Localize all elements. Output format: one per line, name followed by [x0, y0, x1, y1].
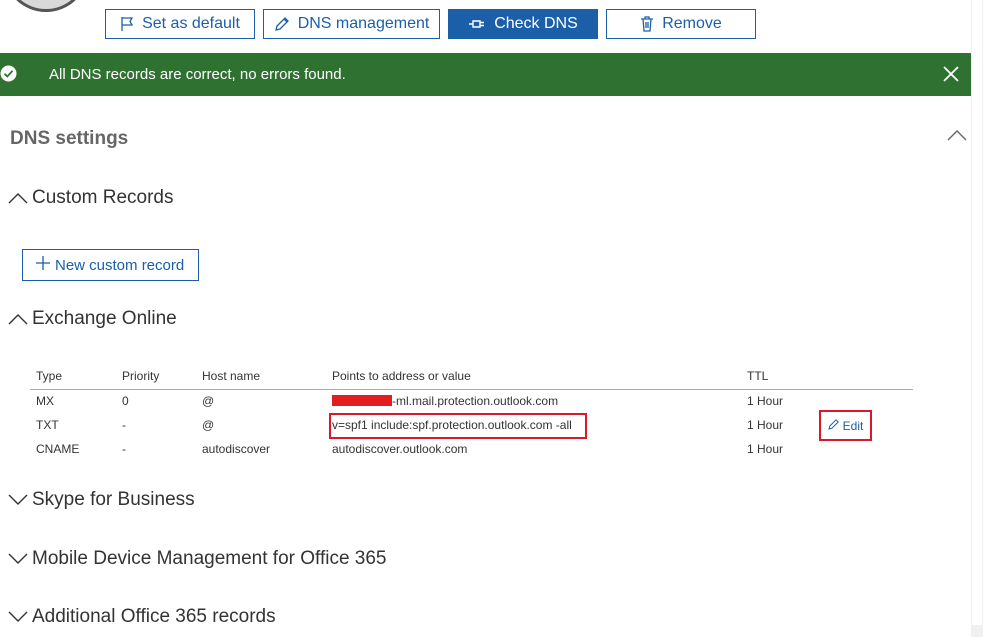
chevron-down-icon [8, 552, 28, 566]
redaction-block [332, 395, 392, 406]
dns-settings-title: DNS settings [10, 128, 129, 149]
set-as-default-button[interactable]: Set as default [105, 9, 255, 39]
group-exchange-online[interactable]: Exchange Online [8, 308, 177, 330]
pencil-icon [827, 418, 840, 433]
cell-host: autodiscover [202, 442, 271, 456]
group-mdm-label: Mobile Device Management for Office 365 [32, 548, 387, 569]
table-row: MX 0 @ -ml.mail.protection.outlook.com 1… [30, 390, 913, 414]
group-custom-records[interactable]: Custom Records [8, 187, 174, 209]
cell-value-text: -ml.mail.protection.outlook.com [392, 394, 559, 408]
cell-priority: - [122, 418, 126, 432]
remove-label: Remove [662, 15, 722, 32]
cell-ttl: 1 Hour [747, 394, 784, 408]
group-skype-for-business[interactable]: Skype for Business [8, 489, 195, 511]
dns-management-button[interactable]: DNS management [263, 9, 440, 39]
banner-message: All DNS records are correct, no errors f… [49, 66, 346, 83]
cell-type: CNAME [36, 442, 80, 456]
chevron-down-icon [8, 610, 28, 624]
cell-type: MX [36, 394, 54, 408]
group-additional-label: Additional Office 365 records [32, 606, 276, 627]
table-row: CNAME - autodiscover autodiscover.outloo… [30, 438, 913, 462]
cell-value: -ml.mail.protection.outlook.com [332, 394, 558, 408]
cell-priority: 0 [122, 394, 129, 408]
close-icon[interactable] [941, 64, 961, 84]
cell-value: autodiscover.outlook.com [332, 442, 468, 456]
connector-icon [468, 18, 486, 30]
check-dns-label: Check DNS [494, 15, 578, 32]
new-custom-record-button[interactable]: New custom record [22, 249, 199, 281]
column-header-priority: Priority [122, 369, 160, 383]
trash-icon [640, 16, 654, 32]
check-dns-button[interactable]: Check DNS [448, 9, 598, 39]
chevron-up-icon[interactable] [947, 128, 967, 142]
set-as-default-label: Set as default [142, 15, 240, 32]
column-header-ttl: TTL [747, 369, 769, 383]
dns-management-label: DNS management [297, 15, 430, 32]
check-circle-icon [0, 65, 17, 82]
cell-host: @ [202, 418, 215, 432]
group-mobile-device-management[interactable]: Mobile Device Management for Office 365 [8, 548, 387, 570]
column-header-host-name: Host name [202, 369, 261, 383]
txt-value-highlight [329, 413, 587, 439]
success-banner: All DNS records are correct, no errors f… [0, 53, 971, 96]
plus-icon [35, 255, 51, 275]
cell-priority: - [122, 442, 126, 456]
avatar [3, 0, 89, 12]
edit-txt-record-link[interactable]: Edit [819, 410, 872, 441]
cell-host: @ [202, 394, 215, 408]
group-skype-label: Skype for Business [32, 489, 195, 510]
cell-type: TXT [36, 418, 59, 432]
edit-label: Edit [842, 418, 864, 433]
remove-button[interactable]: Remove [606, 9, 756, 39]
table-header-row: Type Priority Host name Points to addres… [30, 366, 913, 390]
group-exchange-online-label: Exchange Online [32, 308, 177, 329]
scrollbar-thumb[interactable] [972, 0, 982, 625]
group-custom-records-label: Custom Records [32, 187, 174, 208]
chevron-up-icon [8, 312, 28, 326]
cell-ttl: 1 Hour [747, 442, 784, 456]
new-custom-record-label: New custom record [55, 256, 185, 274]
chevron-down-icon [8, 493, 28, 507]
chevron-up-icon [8, 191, 28, 205]
group-additional-records[interactable]: Additional Office 365 records [8, 606, 276, 628]
column-header-type: Type [36, 369, 63, 383]
column-header-value: Points to address or value [332, 369, 471, 383]
pencil-icon [274, 16, 290, 32]
cell-ttl: 1 Hour [747, 418, 784, 432]
flag-icon [120, 16, 134, 32]
